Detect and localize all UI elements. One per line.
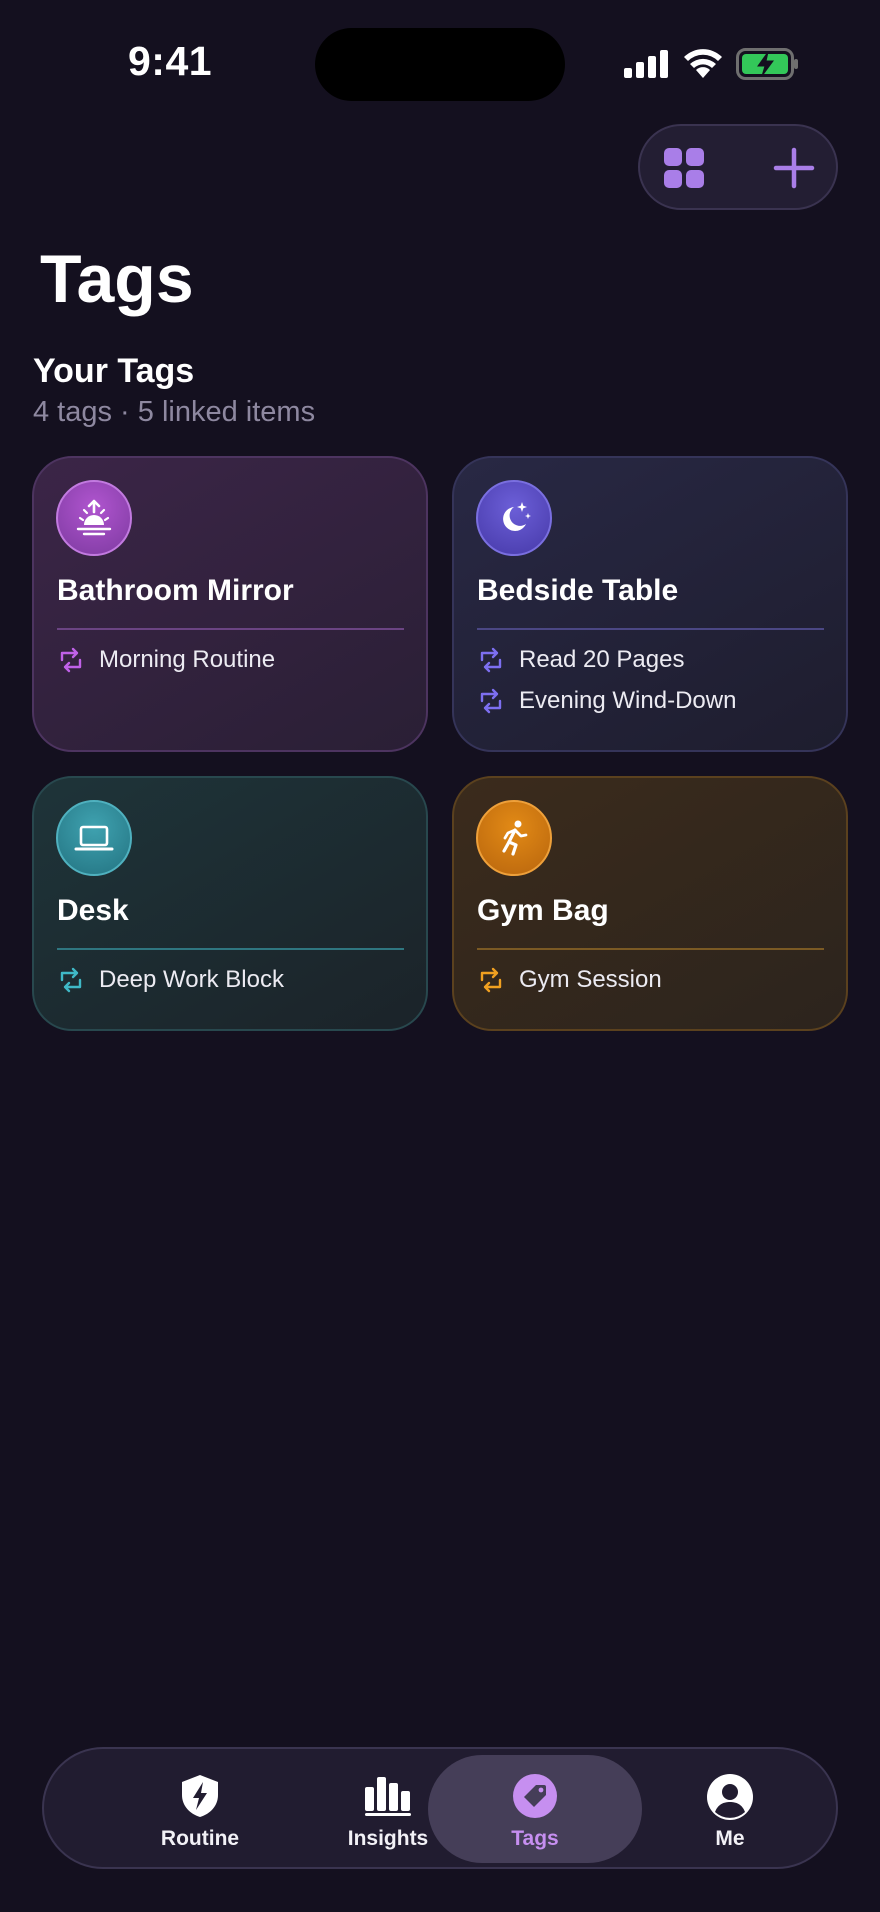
tag-icon — [513, 1774, 557, 1818]
linked-item-label: Gym Session — [519, 966, 662, 993]
linked-item[interactable]: Morning Routine — [57, 646, 275, 674]
tag-card-bathroom-mirror[interactable]: Bathroom Mirror Morning Routine — [32, 456, 428, 752]
battery-charging-icon — [736, 48, 798, 80]
tab-me[interactable]: Me — [636, 1749, 824, 1867]
card-divider — [477, 628, 824, 630]
page-title: Tags — [40, 241, 194, 317]
linked-item-label: Deep Work Block — [99, 966, 284, 993]
section-title: Your Tags — [33, 352, 195, 390]
tag-card-desk[interactable]: Desk Deep Work Block — [32, 776, 428, 1031]
repeat-icon — [60, 967, 82, 993]
tab-tags[interactable]: Tags — [428, 1749, 642, 1867]
linked-item[interactable]: Deep Work Block — [57, 966, 284, 994]
tab-bar: Routine Insights Tags Me — [42, 1747, 838, 1869]
tab-label: Tags — [511, 1827, 559, 1850]
tab-routine[interactable]: Routine — [106, 1749, 294, 1867]
moon-stars-icon — [476, 480, 552, 556]
repeat-icon — [60, 647, 82, 673]
grid-view-icon[interactable] — [662, 146, 706, 190]
dynamic-island — [315, 28, 565, 101]
linked-item[interactable]: Read 20 Pages — [477, 646, 684, 674]
add-tag-icon[interactable] — [772, 146, 816, 190]
tag-name: Desk — [57, 894, 129, 927]
card-divider — [477, 948, 824, 950]
linked-item-label: Read 20 Pages — [519, 646, 685, 673]
section-subtitle: 4 tags · 5 linked items — [33, 396, 316, 428]
linked-item[interactable]: Gym Session — [477, 966, 662, 994]
card-divider — [57, 948, 404, 950]
tag-card-gym-bag[interactable]: Gym Bag Gym Session — [452, 776, 848, 1031]
repeat-icon — [480, 688, 502, 714]
bar-chart-icon — [365, 1777, 411, 1816]
tab-label: Routine — [160, 1827, 240, 1850]
wifi-icon — [684, 49, 722, 78]
card-divider — [57, 628, 404, 630]
running-figure-icon — [476, 800, 552, 876]
tag-card-bedside-table[interactable]: Bedside Table Read 20 Pages Evening Wind… — [452, 456, 848, 752]
header-actions — [638, 124, 838, 210]
cellular-signal-icon — [624, 50, 668, 78]
repeat-icon — [480, 967, 502, 993]
linked-item-label: Evening Wind-Down — [519, 687, 737, 714]
tab-label: Me — [715, 1827, 745, 1850]
linked-item[interactable]: Evening Wind-Down — [477, 687, 736, 715]
tag-name: Bathroom Mirror — [57, 574, 294, 607]
person-circle-icon — [707, 1774, 753, 1820]
sunrise-icon — [56, 480, 132, 556]
shield-bolt-icon — [182, 1775, 218, 1817]
laptop-icon — [56, 800, 132, 876]
tag-name: Bedside Table — [477, 574, 679, 607]
repeat-icon — [480, 647, 502, 673]
linked-item-label: Morning Routine — [99, 646, 276, 673]
tag-name: Gym Bag — [477, 894, 609, 927]
status-time: 9:41 — [128, 38, 213, 84]
